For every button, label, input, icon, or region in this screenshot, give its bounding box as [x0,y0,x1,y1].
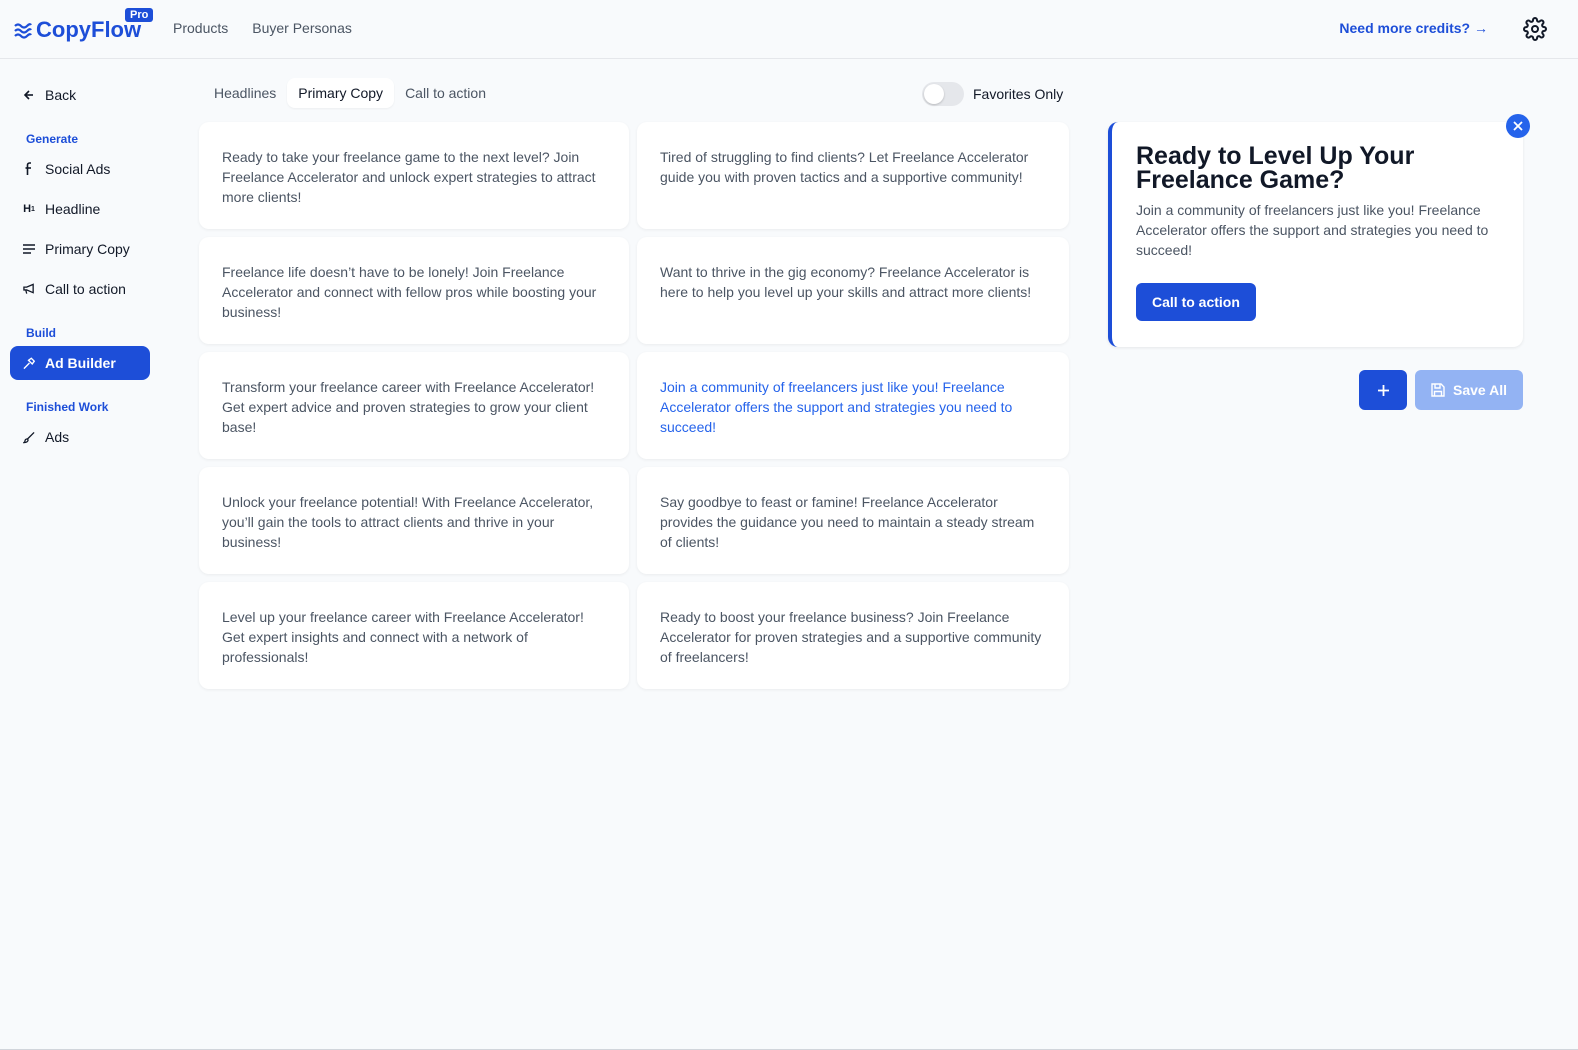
heading-icon: H1 [23,203,35,215]
favorites-switch[interactable] [922,82,964,106]
sidebar-item-call-to-action[interactable]: Call to action [10,272,150,306]
sidebar-item-social-ads[interactable]: Social Ads [10,152,150,186]
waves-icon [14,23,32,39]
facebook-icon [23,162,35,176]
sidebar-item-label: Ad Builder [45,355,116,371]
copy-type-tabs: Headlines Primary Copy Call to action [203,78,497,108]
top-nav: Products Buyer Personas [173,20,352,36]
logo[interactable]: CopyFlow [14,15,141,45]
back-label: Back [45,87,77,103]
sidebar-item-label: Call to action [45,281,126,297]
favorites-only-label: Favorites Only [973,86,1064,102]
settings-button[interactable] [1522,16,1548,42]
tab-headlines[interactable]: Headlines [203,78,287,108]
copy-card[interactable]: Tired of struggling to find clients? Let… [637,122,1069,229]
bottom-divider [0,1042,1578,1050]
back-arrow-icon [23,88,35,102]
copy-cards-grid: Ready to take your freelance game to the… [199,122,1069,689]
copy-card[interactable]: Ready to take your freelance game to the… [199,122,629,229]
sidebar-item-label: Ads [45,429,70,445]
sidebar-item-ads[interactable]: Ads [10,420,150,454]
sidebar-item-headline[interactable]: H1 Headline [10,192,150,226]
copy-card[interactable]: Transform your freelance career with Fre… [199,352,629,459]
top-bar: CopyFlow Pro Products Buyer Personas Nee… [0,0,1578,59]
ad-preview-panel: Ready to Level Up Your Freelance Game? J… [1108,122,1523,347]
save-all-label: Save All [1453,382,1507,398]
add-button[interactable] [1359,370,1407,410]
close-preview-button[interactable] [1506,114,1530,138]
copy-card[interactable]: Ready to boost your freelance business? … [637,582,1069,689]
save-all-button[interactable]: Save All [1415,370,1523,410]
copy-card[interactable]: Want to thrive in the gig economy? Freel… [637,237,1069,344]
preview-body: Join a community of freelancers just lik… [1136,202,1489,258]
sidebar-item-label: Primary Copy [45,241,130,257]
copy-card[interactable]: Level up your freelance career with Free… [199,582,629,689]
copy-card-selected[interactable]: Join a community of freelancers just lik… [637,352,1069,459]
nav-buyer-personas[interactable]: Buyer Personas [252,20,352,36]
gear-icon [1523,17,1547,41]
switch-knob [924,84,944,104]
tab-call-to-action[interactable]: Call to action [394,78,497,108]
close-icon [1513,121,1523,131]
nav-products[interactable]: Products [173,20,228,36]
hammer-icon [23,356,35,370]
tab-primary-copy[interactable]: Primary Copy [287,78,395,108]
sidebar-item-ad-builder[interactable]: Ad Builder [10,346,150,380]
plus-icon [1377,384,1389,396]
back-button[interactable]: Back [10,78,150,112]
section-finished-work: Finished Work [26,400,109,414]
section-build: Build [26,326,56,340]
sidebar: Back Generate Social Ads H1 Headline Pri… [10,78,150,460]
sidebar-item-primary-copy[interactable]: Primary Copy [10,232,150,266]
sidebar-item-label: Headline [45,201,101,217]
pro-badge: Pro [125,8,154,22]
need-more-credits-link[interactable]: Need more credits? → [1339,20,1488,36]
copy-card[interactable]: Freelance life doesn’t have to be lonely… [199,237,629,344]
section-generate: Generate [26,132,79,146]
copy-card[interactable]: Say goodbye to feast or famine! Freelanc… [637,467,1069,574]
preview-headline: Ready to Level Up Your Freelance Game? [1136,142,1415,194]
sidebar-item-label: Social Ads [45,161,111,177]
text-lines-icon [23,242,35,256]
favorites-only-toggle[interactable]: Favorites Only [922,82,1063,106]
preview-cta-button[interactable]: Call to action [1136,283,1256,321]
save-icon [1431,383,1445,397]
megaphone-icon [23,282,35,296]
copy-card[interactable]: Unlock your freelance potential! With Fr… [199,467,629,574]
brush-icon [23,430,35,444]
